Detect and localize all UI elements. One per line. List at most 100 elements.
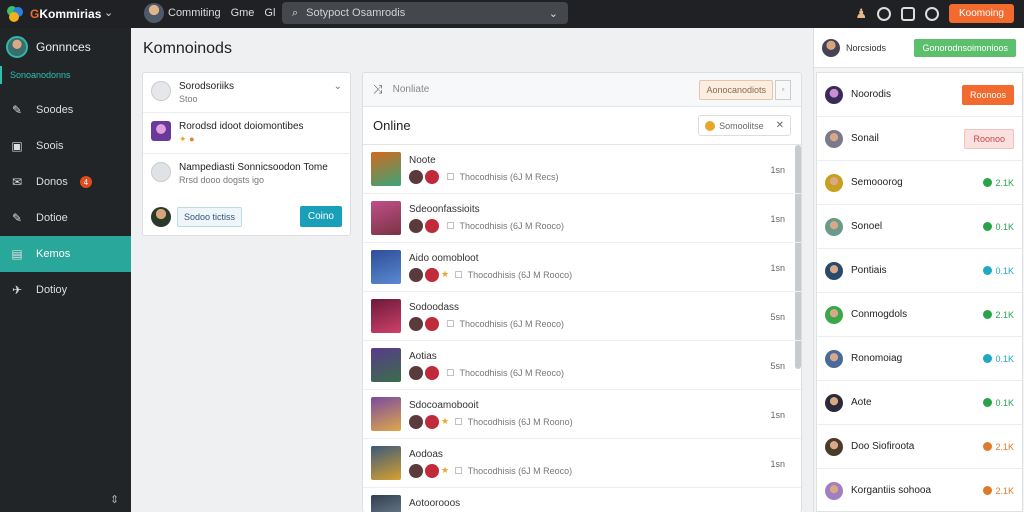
member-row[interactable]: Pontiais 0.1K bbox=[817, 249, 1022, 293]
compass-icon[interactable] bbox=[876, 6, 891, 21]
timestamp: 1sn bbox=[770, 410, 785, 420]
sidebar-item-dotioy[interactable]: ✈ Dotioy bbox=[0, 272, 131, 308]
invite-card: Sorodsoriiks Stoo ⌄ Rorodsd idoot doiomo… bbox=[142, 72, 351, 236]
user-icon[interactable]: ♟ bbox=[855, 6, 867, 22]
member-row[interactable]: Sonail Roonoo bbox=[817, 117, 1022, 161]
card-footer: Sodoo tictiss Coino bbox=[151, 206, 342, 227]
list-item[interactable]: Aodoas ★ ▢ Thocodhisis (6J M Reoco) 1sn bbox=[363, 439, 801, 488]
mail-icon: ✉ bbox=[11, 175, 23, 189]
member-name: Conmogdols bbox=[851, 309, 908, 320]
star-icon: ★ bbox=[441, 465, 450, 475]
member-row[interactable]: Ronomoiag 0.1K bbox=[817, 337, 1022, 381]
member-stat-value: 2.1K bbox=[995, 441, 1014, 452]
avatar bbox=[425, 169, 439, 184]
confirm-button[interactable]: Coino bbox=[299, 206, 342, 227]
avatar bbox=[425, 365, 439, 380]
chevron-down-icon[interactable]: ⌄ bbox=[104, 6, 113, 19]
sidebar-item-soodes[interactable]: ✎ Soodes bbox=[0, 92, 131, 128]
sidebar-user[interactable]: Gonnnces bbox=[0, 28, 131, 66]
avatar[interactable] bbox=[144, 3, 164, 23]
list-item[interactable]: Nampediasti Sonnicsoodon Tome Rrsd dooo … bbox=[143, 154, 350, 193]
list-item[interactable]: Rorodsd idoot doiomontibes ✦ ● bbox=[143, 113, 350, 154]
timestamp: 1sn bbox=[770, 459, 785, 469]
top-nav-item[interactable]: Gme bbox=[231, 7, 255, 19]
sidebar: Gonnnces Sonoanodonns ✎ Soodes ▣ Soois ✉ Do… bbox=[0, 28, 131, 512]
avatar bbox=[6, 36, 28, 58]
sidebar-item-donos[interactable]: ✉ Donos 4 bbox=[0, 164, 131, 200]
list-item[interactable]: Noote ▢ Thocodhisis (6J M Recs) 1sn bbox=[363, 145, 801, 194]
list-item[interactable]: Aotias ▢ Thocodhisis (6J M Reoco) 5sn bbox=[363, 341, 801, 390]
top-nav-item[interactable]: Gl bbox=[264, 7, 275, 19]
member-stat-value: 2.1K bbox=[995, 177, 1014, 188]
avatar bbox=[825, 217, 843, 236]
list-item-sub: Thocodhisis (6J M Roono) bbox=[467, 416, 573, 427]
member-row[interactable]: Conmogdols 2.1K bbox=[817, 293, 1022, 337]
chevron-down-icon[interactable]: ⌄ bbox=[334, 81, 342, 92]
close-icon[interactable]: ✕ bbox=[776, 120, 784, 131]
search-input[interactable]: ⌕ Sotypoct Osamrodis ⌄ bbox=[282, 2, 568, 24]
lock-icon: ▢ bbox=[446, 220, 455, 230]
list-item-title: Aodoas bbox=[409, 448, 443, 460]
list-item-title: Noote bbox=[409, 154, 436, 166]
filter-chip[interactable]: Somoolitse ✕ bbox=[698, 115, 791, 136]
chevron-down-icon[interactable]: ⌄ bbox=[549, 7, 558, 20]
list-item-meta: ▢ Thocodhisis (6J M Rooco) bbox=[409, 218, 793, 233]
feed-header-button[interactable]: Aonocanodiots bbox=[699, 79, 773, 100]
list-item-title: Aotoorooos bbox=[409, 497, 461, 509]
list-item[interactable]: Aido oomobloot ★ ▢ Thocodhisis (6J M Rooco)… bbox=[363, 243, 801, 292]
list-item[interactable]: Sorodsoriiks Stoo ⌄ bbox=[143, 73, 350, 113]
avatar bbox=[409, 218, 423, 233]
feed-search-input[interactable]: Nonliate bbox=[393, 84, 700, 95]
bell-icon[interactable] bbox=[900, 6, 915, 21]
member-row[interactable]: Sonoel 0.1K bbox=[817, 205, 1022, 249]
list-item-sub: Thocodhisis (6J M Rooco) bbox=[467, 269, 573, 280]
link-icon[interactable]: ⤨ bbox=[373, 82, 383, 97]
primary-action-button[interactable]: Koomoing bbox=[948, 4, 1014, 23]
avatar bbox=[409, 267, 423, 282]
avatar bbox=[409, 169, 423, 184]
member-row[interactable]: Doo Siofiroota 2.1K bbox=[817, 425, 1022, 469]
grid-icon: ▣ bbox=[11, 139, 23, 153]
list-item[interactable]: Sdeoonfassioits ▢ Thocodhisis (6J M Rooco)… bbox=[363, 194, 801, 243]
list-item[interactable]: Aotoorooos bbox=[363, 488, 801, 512]
status-dot-icon bbox=[983, 178, 993, 187]
member-list-header: Noorodis Roonoos bbox=[817, 73, 1022, 117]
sidebar-item-dotioe[interactable]: ✎ Dotioe bbox=[0, 200, 131, 236]
member-name: Doo Siofiroota bbox=[851, 441, 915, 452]
member-row[interactable]: Aote 0.1K bbox=[817, 381, 1022, 425]
sidebar-item-kemos[interactable]: ▤ Kemos bbox=[0, 236, 131, 272]
header-action-button[interactable]: Roonoos bbox=[961, 84, 1014, 105]
expand-icon[interactable]: ⇕ bbox=[110, 493, 119, 506]
status-dot-icon bbox=[983, 398, 993, 407]
status-dot-icon bbox=[983, 222, 993, 231]
game-thumbnail bbox=[371, 446, 401, 480]
list-item-meta: ★ ▢ Thocodhisis (6J M Rooco) bbox=[409, 267, 793, 282]
list-item[interactable]: Sdocoamobooit ★ ▢ Thocodhisis (6J M Roono) 1… bbox=[363, 390, 801, 439]
member-row[interactable]: Korgantiis sohooa 2.1K bbox=[817, 469, 1022, 511]
sidebar-item-soois[interactable]: ▣ Soois bbox=[0, 128, 131, 164]
alert-icon[interactable] bbox=[924, 6, 939, 21]
avatar bbox=[425, 218, 439, 233]
secondary-button[interactable]: Sodoo tictiss bbox=[177, 206, 243, 227]
top-right-actions: ♟ Koomoing bbox=[855, 4, 1014, 23]
sidebar-item-label: Soodes bbox=[36, 104, 74, 116]
member-row[interactable]: Semooorog 2.1K bbox=[817, 161, 1022, 205]
timestamp: 5sn bbox=[770, 361, 785, 371]
member-stat: 2.1K bbox=[983, 486, 1014, 496]
top-nav-item[interactable]: Commiting bbox=[168, 7, 221, 19]
member-stat: 2.1K bbox=[983, 442, 1014, 452]
sidebar-sub-label[interactable]: Sonoanodonns bbox=[0, 66, 131, 84]
brand-name[interactable]: GKommirias bbox=[30, 7, 101, 21]
square-icon[interactable]: ▫ bbox=[775, 79, 791, 100]
status-button[interactable]: Gonorodnsoimonioos bbox=[914, 38, 1016, 57]
list-item-body: Aido oomobloot ★ ▢ Thocodhisis (6J M Rooco) bbox=[409, 253, 793, 282]
right-panel-name: Norcsiods bbox=[846, 42, 887, 53]
member-name: Pontiais bbox=[851, 265, 887, 276]
list-item-sub: Thocodhisis (6J M Reoco) bbox=[459, 318, 565, 329]
avatar bbox=[825, 393, 843, 412]
app-logo-icon[interactable] bbox=[6, 5, 24, 23]
list-item[interactable]: Sodoodass ▢ Thocodhisis (6J M Reoco) 5sn bbox=[363, 292, 801, 341]
member-action-button[interactable]: Roonoo bbox=[964, 128, 1014, 149]
member-name: Sonail bbox=[851, 133, 879, 144]
coin-icon bbox=[705, 120, 716, 131]
